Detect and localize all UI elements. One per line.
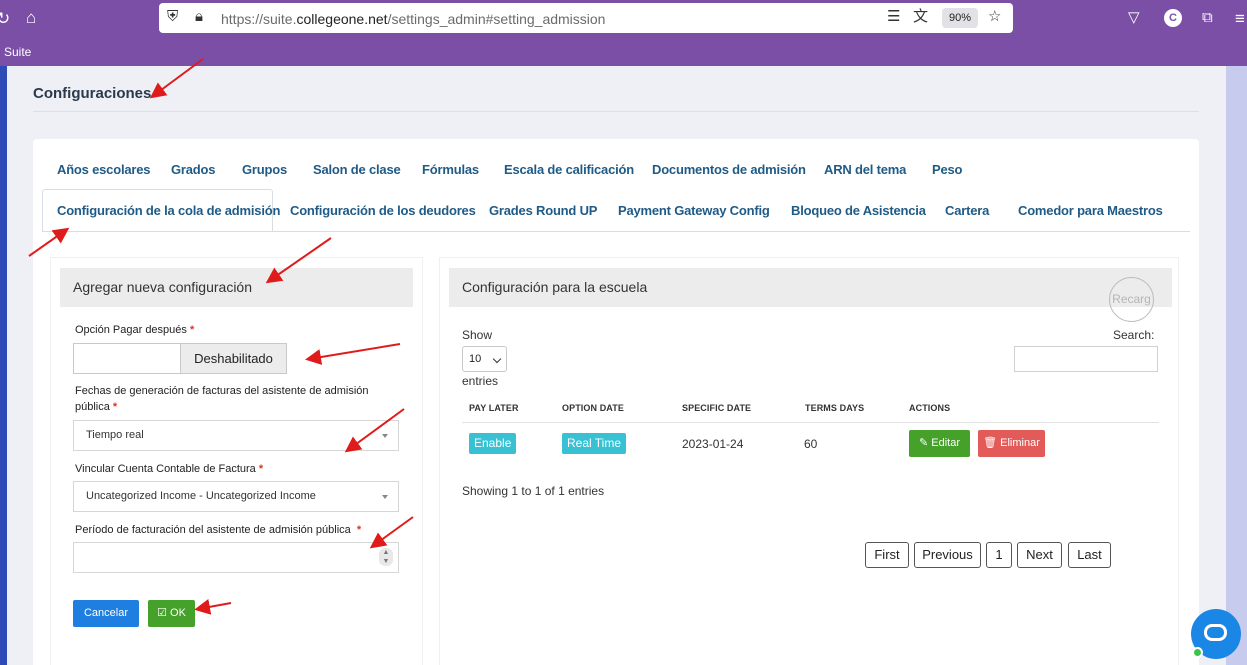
- bookmark-suite[interactable]: Suite: [4, 45, 31, 59]
- page-length-value: 10: [469, 353, 482, 365]
- invoice-dates-label: Fechas de generación de facturas del asi…: [75, 385, 369, 413]
- tab-anos-escolares[interactable]: Años escolares: [57, 162, 151, 177]
- page-title: Configuraciones: [33, 85, 152, 102]
- ok-button[interactable]: ☑ OK: [148, 600, 195, 627]
- tab-payment-gateway[interactable]: Payment Gateway Config: [618, 203, 770, 218]
- school-config-panel: [439, 257, 1179, 665]
- specific-date-cell: 2023-01-24: [682, 437, 744, 451]
- pay-later-badge: Enable: [469, 433, 517, 454]
- pager-last[interactable]: Last: [1068, 542, 1111, 568]
- reader-view-icon[interactable]: ☰: [887, 9, 900, 24]
- sidebar-edge: [0, 66, 7, 665]
- column-header-actions: ACTIONS: [909, 403, 951, 413]
- required-marker: *: [112, 401, 118, 413]
- tabs-divider: [42, 231, 1190, 232]
- chevron-down-icon: [382, 495, 388, 499]
- profile-avatar[interactable]: C: [1164, 9, 1182, 27]
- lock-icon[interactable]: 🔒︎: [195, 9, 203, 24]
- tab-grupos[interactable]: Grupos: [242, 162, 287, 177]
- tab-grades-round-up[interactable]: Grades Round UP: [489, 203, 597, 218]
- browser-toolbar: ↻ ⌂ ⛨ 🔒︎ https://suite.collegeone.net/se…: [0, 0, 1247, 40]
- reload-button[interactable]: Recarg: [1109, 277, 1154, 322]
- search-label: Search:: [1113, 328, 1155, 342]
- tab-formulas[interactable]: Fórmulas: [422, 162, 479, 177]
- online-status-dot: [1192, 647, 1203, 658]
- bookmark-star-icon[interactable]: ☆: [988, 9, 1001, 24]
- tab-cartera[interactable]: Cartera: [945, 203, 989, 218]
- pager-page-1[interactable]: 1: [986, 542, 1012, 568]
- tab-cola-admision[interactable]: Configuración de la cola de admisión: [57, 203, 280, 218]
- pager-next[interactable]: Next: [1017, 542, 1062, 568]
- column-header-option-date[interactable]: OPTION DATE: [562, 403, 624, 413]
- chevron-down-icon: [382, 434, 388, 438]
- translate-icon[interactable]: 文: [913, 9, 928, 24]
- chevron-down-icon: [492, 354, 502, 364]
- zoom-level[interactable]: 90%: [942, 8, 978, 28]
- url-text[interactable]: https://suite.collegeone.net/settings_ad…: [221, 11, 605, 27]
- title-divider: [33, 111, 1199, 112]
- account-label: Vincular Cuenta Contable de Factura *: [75, 463, 264, 475]
- cancel-button[interactable]: Cancelar: [73, 600, 139, 627]
- account-select[interactable]: Uncategorized Income - Uncategorized Inc…: [73, 481, 399, 512]
- column-header-specific-date[interactable]: SPECIFIC DATE: [682, 403, 751, 413]
- show-label: Show: [462, 328, 493, 342]
- pay-later-toggle[interactable]: Deshabilitado: [73, 343, 287, 374]
- account-value: Uncategorized Income - Uncategorized Inc…: [86, 490, 316, 502]
- scrollbar-track[interactable]: [1226, 66, 1247, 665]
- required-marker: *: [189, 324, 195, 336]
- billing-period-label: Período de facturación del asistente de …: [75, 524, 362, 536]
- reload-icon[interactable]: ↻: [0, 10, 10, 27]
- required-marker: *: [258, 463, 264, 475]
- add-config-heading: Agregar nueva configuración: [60, 268, 413, 307]
- home-icon[interactable]: ⌂: [26, 9, 36, 26]
- tab-bloqueo-asistencia[interactable]: Bloqueo de Asistencia: [791, 203, 926, 218]
- tab-grados[interactable]: Grados: [171, 162, 216, 177]
- tab-documentos-admision[interactable]: Documentos de admisión: [652, 162, 806, 177]
- page-length-select[interactable]: 10: [462, 346, 507, 372]
- tab-arn-del-tema[interactable]: ARN del tema: [824, 162, 906, 177]
- table-header-divider: [462, 422, 1159, 423]
- trash-icon: 🗑︎: [983, 437, 998, 449]
- terms-days-cell: 60: [804, 437, 818, 451]
- option-date-badge: Real Time: [562, 433, 627, 454]
- invoice-dates-select[interactable]: Tiempo real: [73, 420, 399, 451]
- required-marker: *: [356, 524, 362, 536]
- pay-later-toggle-button[interactable]: Deshabilitado: [180, 343, 287, 374]
- delete-button[interactable]: 🗑︎ Eliminar: [978, 430, 1045, 457]
- tab-escala-calificacion[interactable]: Escala de calificación: [504, 162, 634, 177]
- bookmarks-bar: [0, 40, 1247, 66]
- shield-icon[interactable]: ⛨: [167, 9, 178, 24]
- check-square-icon: ☑: [157, 607, 167, 619]
- tab-salon-de-clase[interactable]: Salon de clase: [313, 162, 401, 177]
- pager-previous[interactable]: Previous: [914, 542, 981, 568]
- pay-later-label: Opción Pagar después *: [75, 324, 195, 336]
- invoice-dates-value: Tiempo real: [86, 429, 144, 441]
- tab-comedor-maestros[interactable]: Comedor para Maestros: [1018, 203, 1163, 218]
- entries-label: entries: [462, 374, 499, 388]
- tab-peso[interactable]: Peso: [932, 162, 962, 177]
- column-header-pay-later[interactable]: PAY LATER: [469, 403, 519, 413]
- column-header-terms-days[interactable]: TERMS DAYS: [805, 403, 864, 413]
- number-spinner-icon[interactable]: ▲ ▼: [379, 548, 393, 566]
- address-bar[interactable]: ⛨ 🔒︎ https://suite.collegeone.net/settin…: [159, 3, 1013, 33]
- table-info: Showing 1 to 1 of 1 entries: [462, 484, 605, 498]
- chat-icon: [1204, 624, 1227, 641]
- pocket-icon[interactable]: ▽: [1128, 10, 1140, 25]
- pager-first[interactable]: First: [865, 542, 909, 568]
- school-config-heading: Configuración para la escuela: [449, 268, 1172, 307]
- edit-icon: ✎: [918, 437, 929, 449]
- tab-deudores[interactable]: Configuración de los deudores: [290, 203, 476, 218]
- billing-period-input[interactable]: ▲ ▼: [73, 542, 399, 573]
- search-input[interactable]: [1014, 346, 1158, 372]
- edit-button[interactable]: ✎ Editar: [909, 430, 970, 457]
- menu-icon[interactable]: ≡: [1235, 10, 1245, 27]
- extensions-icon[interactable]: ⧉: [1202, 10, 1213, 25]
